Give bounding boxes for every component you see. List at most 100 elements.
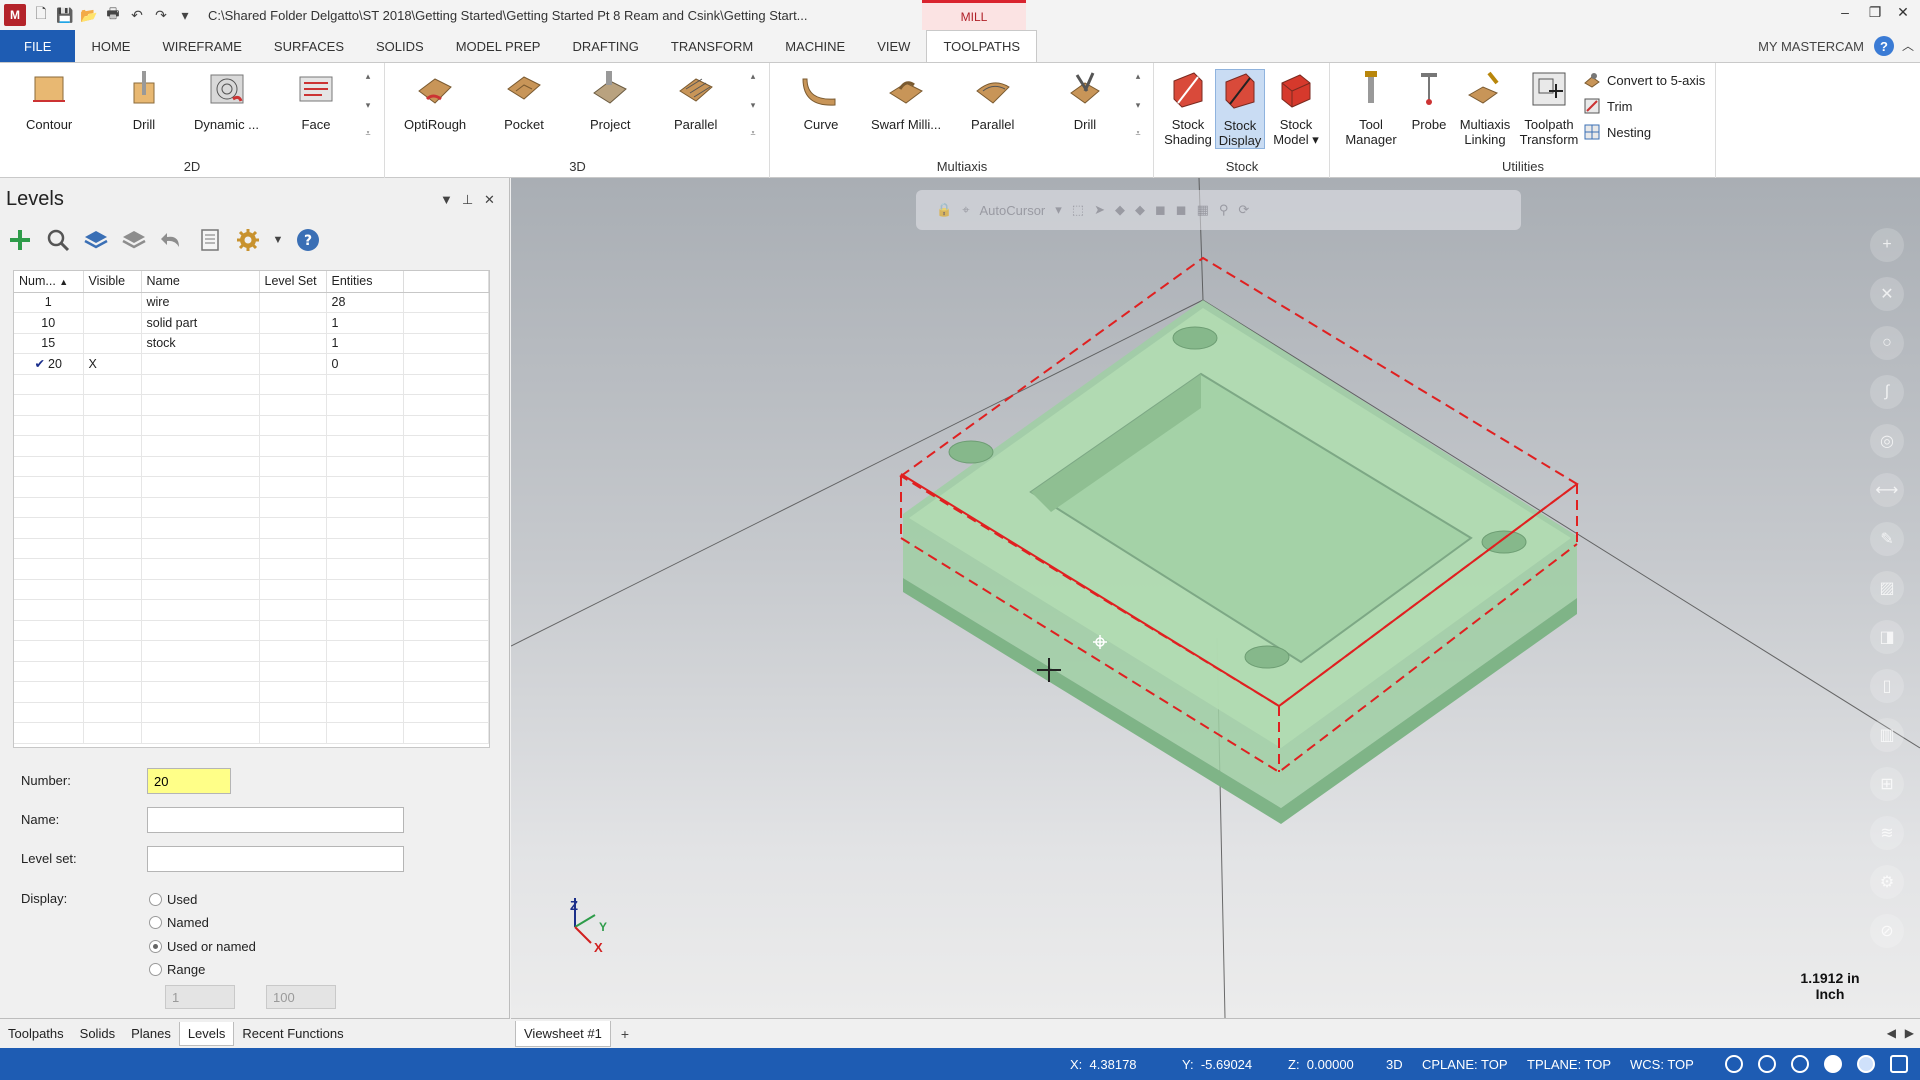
undo-level-icon[interactable] bbox=[158, 226, 186, 254]
tool-manager-button[interactable]: Tool Manager bbox=[1341, 69, 1401, 147]
lock-icon[interactable]: 🔒 bbox=[936, 202, 952, 218]
arrow-icon[interactable]: ➤ bbox=[1094, 202, 1105, 218]
print-icon[interactable]: 🖶 bbox=[104, 5, 122, 24]
radio-circle[interactable] bbox=[149, 963, 162, 976]
level-set-field[interactable] bbox=[147, 846, 404, 872]
column-name[interactable]: Name bbox=[141, 271, 260, 293]
layers-active-icon[interactable] bbox=[82, 226, 110, 254]
tab-transform[interactable]: TRANSFORM bbox=[655, 30, 769, 62]
toolpath-transform-button[interactable]: Toolpath Transform bbox=[1517, 69, 1581, 147]
tab-view[interactable]: VIEW bbox=[861, 30, 926, 62]
tab-drafting[interactable]: DRAFTING bbox=[556, 30, 654, 62]
radio-circle[interactable] bbox=[149, 893, 162, 906]
nesting-button[interactable]: Nesting bbox=[1583, 123, 1651, 141]
collapse-ribbon-icon[interactable]: ︿ bbox=[1902, 37, 1914, 54]
name-field[interactable] bbox=[147, 807, 404, 833]
tab-surfaces[interactable]: SURFACES bbox=[258, 30, 360, 62]
close-button[interactable]: ✕ bbox=[1888, 4, 1918, 26]
settings-dropdown-icon[interactable]: ▼ bbox=[272, 226, 284, 254]
add-viewsheet-button[interactable]: + bbox=[621, 1026, 629, 1042]
filter-icon[interactable]: ⚲ bbox=[1219, 202, 1229, 218]
solid-mask-icon[interactable]: ✎ bbox=[1870, 522, 1904, 556]
column-entities[interactable]: Entities bbox=[326, 271, 404, 293]
stock-shading-button[interactable]: Stock Shading bbox=[1163, 69, 1213, 147]
shape-icon[interactable]: ◆ bbox=[1115, 202, 1125, 218]
shape2-icon[interactable]: ◆ bbox=[1135, 202, 1145, 218]
cell-visible[interactable] bbox=[83, 312, 142, 334]
tab-planes-panel[interactable]: Planes bbox=[123, 1022, 179, 1046]
cell-visible[interactable] bbox=[83, 333, 142, 354]
minimize-button[interactable]: – bbox=[1830, 4, 1860, 26]
drill-2d-button[interactable]: Drill bbox=[124, 69, 164, 132]
table-row[interactable]: 1 wire 28 bbox=[14, 292, 489, 313]
stock-display-button[interactable]: Stock Display bbox=[1215, 69, 1265, 149]
panel-menu-icon[interactable]: ▼ bbox=[440, 192, 453, 207]
spline-mask-icon[interactable]: ∫ bbox=[1870, 375, 1904, 409]
cell-visible[interactable] bbox=[83, 292, 142, 313]
tab-levels-panel[interactable]: Levels bbox=[178, 1021, 235, 1046]
multiaxis-gallery-scroller[interactable]: ▴ ▾ ⩡ bbox=[1132, 71, 1144, 139]
tab-solids[interactable]: SOLIDS bbox=[360, 30, 440, 62]
2d-gallery-scroller[interactable]: ▴ ▾ ⩡ bbox=[362, 71, 374, 139]
sphere-icon[interactable] bbox=[1824, 1055, 1842, 1073]
section-view-icon[interactable] bbox=[1890, 1055, 1908, 1073]
stock-model-button[interactable]: Stock Model ▾ bbox=[1271, 69, 1321, 147]
globe-wire-icon[interactable] bbox=[1758, 1055, 1776, 1073]
add-level-icon[interactable] bbox=[6, 226, 34, 254]
clear-mask-icon[interactable]: ⊘ bbox=[1870, 914, 1904, 948]
tplane-status[interactable]: TPLANE: TOP bbox=[1527, 1057, 1611, 1072]
dynamic-button[interactable]: Dynamic ... bbox=[194, 69, 259, 132]
mode-3d-toggle[interactable]: 3D bbox=[1386, 1057, 1403, 1072]
mesh-mask-icon[interactable]: ▨ bbox=[1870, 571, 1904, 605]
cplane-status[interactable]: CPLANE: TOP bbox=[1422, 1057, 1508, 1072]
trim-button[interactable]: Trim bbox=[1583, 97, 1633, 115]
cube-icon[interactable]: ◼ bbox=[1155, 202, 1166, 218]
properties-icon[interactable] bbox=[196, 226, 224, 254]
line-mask-icon[interactable]: ✕ bbox=[1870, 277, 1904, 311]
tab-machine[interactable]: MACHINE bbox=[769, 30, 861, 62]
swarf-milling-button[interactable]: Swarf Milli... bbox=[871, 69, 941, 132]
tab-home[interactable]: HOME bbox=[75, 30, 146, 62]
tab-recent-functions[interactable]: Recent Functions bbox=[234, 1022, 351, 1046]
group-mask-icon[interactable]: ◨ bbox=[1870, 620, 1904, 654]
table-row[interactable]: ✔ 20 X 0 bbox=[14, 353, 489, 375]
layers-icon[interactable] bbox=[120, 226, 148, 254]
close-panel-icon[interactable]: ✕ bbox=[484, 192, 495, 208]
tab-toolpaths-panel[interactable]: Toolpaths bbox=[0, 1022, 72, 1046]
range-to-field[interactable] bbox=[266, 985, 336, 1009]
surface-mask-icon[interactable]: ◎ bbox=[1870, 424, 1904, 458]
scroll-left-icon[interactable]: ◀ bbox=[1887, 1026, 1896, 1040]
level-mask-icon[interactable]: ⊞ bbox=[1870, 767, 1904, 801]
translucency-icon[interactable] bbox=[1857, 1055, 1875, 1073]
customize-qat-icon[interactable]: ▾ bbox=[176, 6, 194, 24]
radio-used-or-named[interactable]: Used or named bbox=[149, 939, 256, 954]
globe-icon[interactable] bbox=[1725, 1055, 1743, 1073]
tab-file[interactable]: FILE bbox=[0, 30, 76, 62]
result-mask-icon[interactable]: ▯ bbox=[1870, 669, 1904, 703]
pin-icon[interactable]: ⊥ bbox=[462, 192, 473, 208]
radio-circle-selected[interactable] bbox=[149, 940, 162, 953]
pocket-3d-button[interactable]: Pocket bbox=[504, 69, 544, 132]
3d-gallery-scroller[interactable]: ▴ ▾ ⩡ bbox=[747, 71, 759, 139]
mastercam-logo-icon[interactable]: M bbox=[4, 4, 26, 26]
project-button[interactable]: Project bbox=[590, 69, 630, 132]
parallel-multiaxis-button[interactable]: Parallel bbox=[971, 69, 1014, 132]
save-icon[interactable]: 💾 bbox=[56, 6, 74, 24]
new-file-icon[interactable]: 🗋 bbox=[32, 5, 50, 24]
cell-visible[interactable]: X bbox=[83, 353, 142, 375]
optirough-button[interactable]: OptiRough bbox=[404, 69, 466, 132]
column-visible[interactable]: Visible bbox=[83, 271, 142, 293]
point-mask-icon[interactable]: + bbox=[1870, 228, 1904, 262]
globe-shaded-icon[interactable] bbox=[1791, 1055, 1809, 1073]
tab-toolpaths[interactable]: TOOLPATHS bbox=[926, 30, 1038, 62]
radio-range[interactable]: Range bbox=[149, 962, 205, 977]
search-icon[interactable] bbox=[44, 226, 72, 254]
probe-button[interactable]: Probe bbox=[1407, 69, 1451, 132]
curve-button[interactable]: Curve bbox=[801, 69, 841, 132]
dimension-mask-icon[interactable]: ⟷ bbox=[1870, 473, 1904, 507]
refresh-icon[interactable]: ⟳ bbox=[1238, 202, 1249, 218]
arc-mask-icon[interactable]: ○ bbox=[1870, 326, 1904, 360]
viewsheet-tab[interactable]: Viewsheet #1 bbox=[515, 1020, 611, 1047]
select-icon[interactable]: ⬚ bbox=[1072, 202, 1084, 218]
tab-solids-panel[interactable]: Solids bbox=[72, 1022, 123, 1046]
